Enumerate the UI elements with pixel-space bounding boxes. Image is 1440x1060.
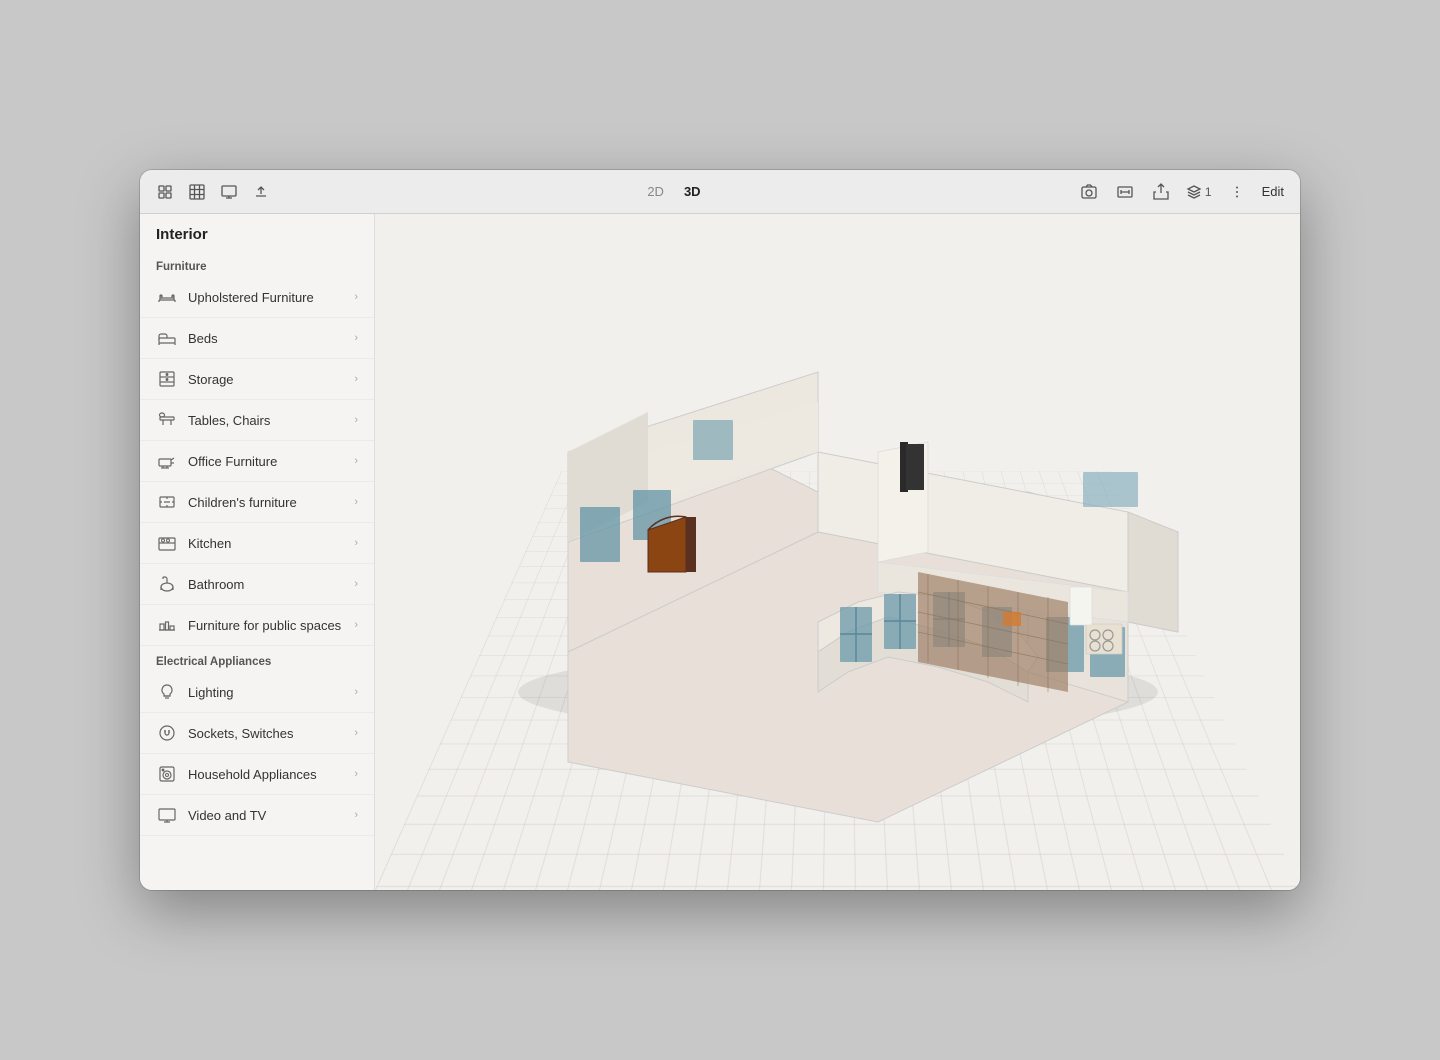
sidebar: Interior Furniture Upholstered Furniture… bbox=[140, 214, 375, 890]
office-icon bbox=[156, 450, 178, 472]
sidebar-item-tables-chairs[interactable]: Tables, Chairs › bbox=[140, 400, 374, 441]
view-2d-button[interactable]: 2D bbox=[637, 181, 674, 202]
more-options-icon[interactable] bbox=[1226, 181, 1248, 203]
dimensions-icon[interactable] bbox=[1114, 181, 1136, 203]
view-toggle: 2D 3D bbox=[637, 181, 710, 202]
beds-label: Beds bbox=[188, 331, 344, 346]
sidebar-item-childrens-furniture[interactable]: Children's furniture › bbox=[140, 482, 374, 523]
view-3d-button[interactable]: 3D bbox=[674, 181, 711, 202]
table-icon bbox=[156, 409, 178, 431]
storage-label: Storage bbox=[188, 372, 344, 387]
sidebar-item-kitchen[interactable]: Kitchen › bbox=[140, 523, 374, 564]
edit-button[interactable]: Edit bbox=[1262, 184, 1284, 199]
toolbar-icons-left bbox=[156, 183, 270, 201]
lighting-label: Lighting bbox=[188, 685, 344, 700]
bathroom-icon bbox=[156, 573, 178, 595]
sockets-switches-label: Sockets, Switches bbox=[188, 726, 344, 741]
lighting-icon bbox=[156, 681, 178, 703]
floorplan-svg bbox=[448, 272, 1228, 832]
main-content: Interior Furniture Upholstered Furniture… bbox=[140, 214, 1300, 890]
chevron-icon: › bbox=[354, 455, 358, 467]
chevron-icon: › bbox=[354, 768, 358, 780]
screenshot-icon[interactable] bbox=[1078, 181, 1100, 203]
tables-chairs-label: Tables, Chairs bbox=[188, 413, 344, 428]
sidebar-item-bathroom[interactable]: Bathroom › bbox=[140, 564, 374, 605]
office-furniture-label: Office Furniture bbox=[188, 454, 344, 469]
sofa-icon bbox=[156, 286, 178, 308]
toolbar-center: 2D 3D bbox=[286, 181, 1062, 202]
sidebar-item-storage[interactable]: Storage › bbox=[140, 359, 374, 400]
section-furniture-label: Furniture bbox=[140, 251, 374, 277]
toolbar-right: 1 Edit bbox=[1078, 181, 1284, 203]
canvas-area[interactable] bbox=[375, 214, 1300, 890]
sidebar-item-beds[interactable]: Beds › bbox=[140, 318, 374, 359]
sidebar-item-household-appliances[interactable]: Household Appliances › bbox=[140, 754, 374, 795]
children-icon bbox=[156, 491, 178, 513]
sidebar-header: Interior bbox=[140, 214, 374, 251]
video-tv-label: Video and TV bbox=[188, 808, 344, 823]
chevron-icon: › bbox=[354, 809, 358, 821]
layer-info: 1 bbox=[1186, 184, 1212, 200]
layer-count: 1 bbox=[1205, 185, 1212, 199]
sidebar-item-sockets-switches[interactable]: Sockets, Switches › bbox=[140, 713, 374, 754]
public-spaces-label: Furniture for public spaces bbox=[188, 618, 344, 633]
monitor-icon[interactable] bbox=[220, 183, 238, 201]
layout-icon[interactable] bbox=[156, 183, 174, 201]
tv-icon bbox=[156, 804, 178, 826]
chevron-icon: › bbox=[354, 686, 358, 698]
share-icon[interactable] bbox=[1150, 181, 1172, 203]
bathroom-label: Bathroom bbox=[188, 577, 344, 592]
toolbar: 2D 3D bbox=[140, 170, 1300, 214]
chevron-icon: › bbox=[354, 332, 358, 344]
chevron-icon: › bbox=[354, 727, 358, 739]
chevron-icon: › bbox=[354, 578, 358, 590]
childrens-furniture-label: Children's furniture bbox=[188, 495, 344, 510]
app-window: 2D 3D bbox=[140, 170, 1300, 890]
sidebar-item-lighting[interactable]: Lighting › bbox=[140, 672, 374, 713]
kitchen-icon bbox=[156, 532, 178, 554]
grid-icon[interactable] bbox=[188, 183, 206, 201]
kitchen-label: Kitchen bbox=[188, 536, 344, 551]
chevron-icon: › bbox=[354, 373, 358, 385]
appliance-icon bbox=[156, 763, 178, 785]
household-appliances-label: Household Appliances bbox=[188, 767, 344, 782]
chevron-icon: › bbox=[354, 537, 358, 549]
socket-icon bbox=[156, 722, 178, 744]
chevron-icon: › bbox=[354, 414, 358, 426]
upload-icon[interactable] bbox=[252, 183, 270, 201]
sidebar-item-office-furniture[interactable]: Office Furniture › bbox=[140, 441, 374, 482]
chevron-icon: › bbox=[354, 619, 358, 631]
sidebar-item-upholstered-furniture[interactable]: Upholstered Furniture › bbox=[140, 277, 374, 318]
sidebar-item-public-spaces[interactable]: Furniture for public spaces › bbox=[140, 605, 374, 646]
storage-icon bbox=[156, 368, 178, 390]
sidebar-item-video-tv[interactable]: Video and TV › bbox=[140, 795, 374, 836]
floorplan-container bbox=[375, 214, 1300, 890]
chevron-icon: › bbox=[354, 496, 358, 508]
bed-icon bbox=[156, 327, 178, 349]
chevron-icon: › bbox=[354, 291, 358, 303]
public-icon bbox=[156, 614, 178, 636]
section-electrical-label: Electrical Appliances bbox=[140, 646, 374, 672]
upholstered-furniture-label: Upholstered Furniture bbox=[188, 290, 344, 305]
